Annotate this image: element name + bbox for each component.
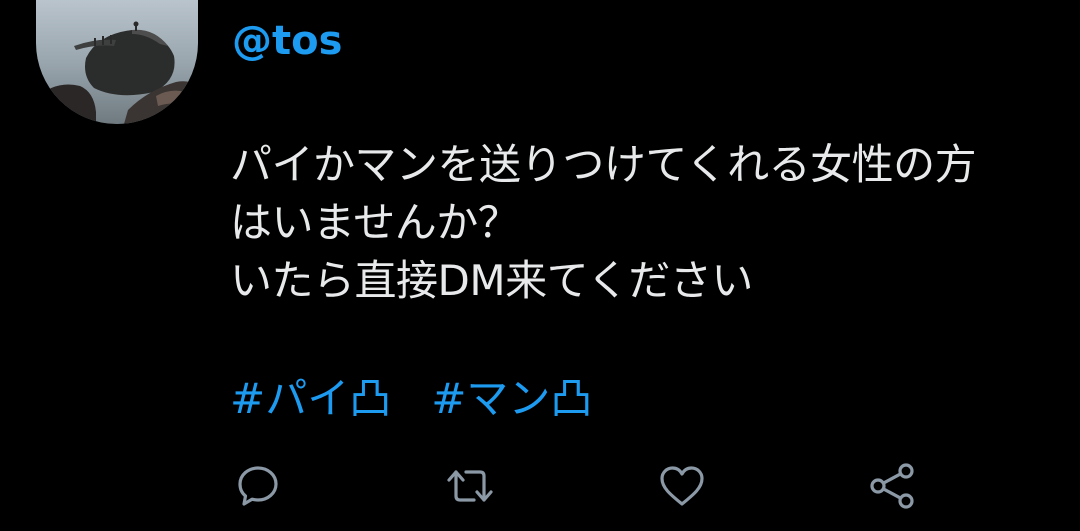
like-button[interactable] bbox=[654, 458, 710, 514]
tweet-text-line: いたら直接DM来てください bbox=[230, 256, 753, 305]
tweet-text-line: はいませんか？ bbox=[230, 198, 520, 247]
retweet-button[interactable] bbox=[442, 458, 498, 514]
share-nodes-icon bbox=[870, 463, 914, 509]
hashtag-list: #パイ凸 #マン凸 bbox=[230, 370, 592, 428]
rocks-by-water-avatar-icon bbox=[36, 0, 198, 124]
tweet-actions-bar bbox=[0, 458, 1080, 514]
speech-bubble-icon bbox=[238, 466, 278, 506]
hashtag-link[interactable]: #パイ凸 bbox=[230, 370, 391, 428]
reply-button[interactable] bbox=[230, 458, 286, 514]
author-handle[interactable]: @tos bbox=[232, 18, 342, 64]
avatar[interactable] bbox=[36, 0, 198, 124]
tweet-text-line: パイかマンを送りつけてくれる女性の方 bbox=[230, 140, 977, 189]
hashtag-link[interactable]: #マン凸 bbox=[431, 370, 592, 428]
tweet-text: パイかマンを送りつけてくれる女性の方 はいませんか？ いたら直接DM来てください bbox=[230, 136, 1070, 310]
share-button[interactable] bbox=[864, 458, 920, 514]
retweet-arrows-icon bbox=[447, 470, 493, 502]
heart-icon bbox=[660, 466, 704, 506]
